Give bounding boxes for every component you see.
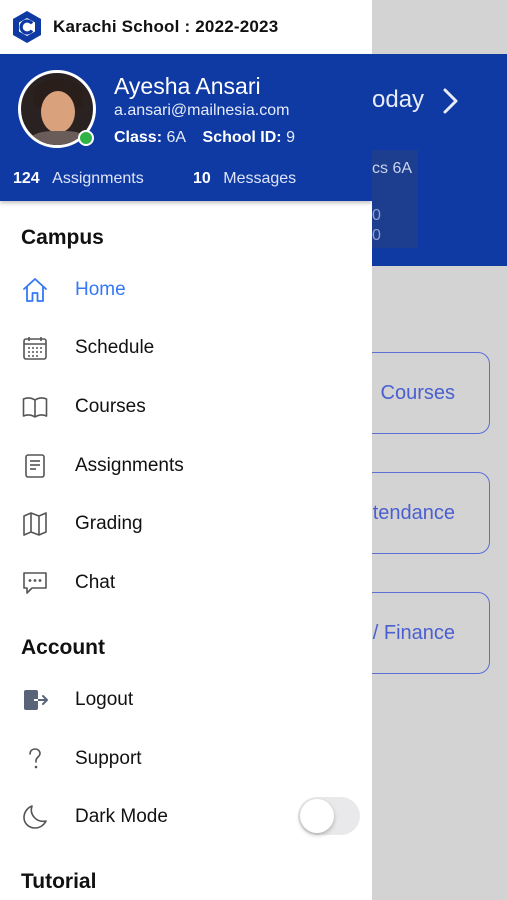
assignments-stat[interactable]: 124 Assignments <box>13 170 144 188</box>
menu-item-label: Home <box>75 279 126 300</box>
menu-item-schedule[interactable]: Schedule <box>0 323 372 373</box>
school-logo-icon <box>13 11 41 43</box>
menu-item-label: Logout <box>75 689 134 710</box>
menu-item-label: Courses <box>75 396 146 417</box>
school-id-value: 9 <box>286 129 295 146</box>
user-name: Ayesha Ansari <box>114 73 261 99</box>
menu-item-grading[interactable]: Grading <box>0 499 372 549</box>
user-email: a.ansari@mailnesia.com <box>114 102 290 119</box>
menu-item-chat[interactable]: Chat <box>0 558 372 608</box>
menu-item-label: Grading <box>75 513 143 534</box>
background-today-text: oday <box>372 86 425 113</box>
menu-item-assignments[interactable]: Assignments <box>0 441 372 491</box>
calendar-icon <box>23 337 47 360</box>
school-id-label: School ID: <box>202 129 282 146</box>
background-course-card: cs 6A 0 0 <box>372 150 418 248</box>
menu-item-courses[interactable]: Courses <box>0 382 372 432</box>
dark-mode-toggle[interactable] <box>298 797 360 835</box>
toggle-knob <box>300 799 334 833</box>
menu-item-label: Schedule <box>75 337 155 358</box>
chevron-right-icon[interactable] <box>440 86 462 116</box>
logout-icon <box>24 690 48 710</box>
school-name: Karachi School : 2022-2023 <box>53 17 279 36</box>
document-icon <box>25 454 45 478</box>
moon-icon <box>23 805 47 829</box>
menu-item-label: Support <box>75 748 142 769</box>
drawer-header: Karachi School : 2022-2023 <box>0 0 372 54</box>
menu-item-label: Dark Mode <box>75 806 168 827</box>
tutorial-section-title: Tutorial <box>21 870 97 893</box>
menu-item-home[interactable]: Home <box>0 265 372 315</box>
class-value: 6A <box>166 129 187 146</box>
menu-item-support[interactable]: Support <box>0 734 372 784</box>
question-icon <box>29 748 41 769</box>
account-section-title: Account <box>21 636 105 659</box>
book-icon <box>22 397 48 418</box>
background-card-line: 0 <box>372 227 381 244</box>
chat-icon <box>23 572 47 594</box>
menu-item-logout[interactable]: Logout <box>0 675 372 725</box>
home-icon <box>23 278 47 302</box>
background-card-line: 0 <box>372 207 381 224</box>
class-info: Class: 6A School ID: 9 <box>114 129 295 147</box>
map-icon <box>23 512 47 536</box>
campus-section-title: Campus <box>21 226 104 249</box>
messages-stat[interactable]: 10 Messages <box>193 170 296 188</box>
menu-item-label: Assignments <box>75 455 184 476</box>
assignments-count: 124 <box>13 170 40 187</box>
online-status-indicator <box>78 130 94 146</box>
menu-item-label: Chat <box>75 572 116 593</box>
assignments-label: Assignments <box>52 170 144 187</box>
messages-count: 10 <box>193 170 211 187</box>
background-card-text: cs 6A <box>372 160 413 177</box>
messages-label: Messages <box>223 170 297 187</box>
avatar[interactable] <box>18 70 96 148</box>
class-label: Class: <box>114 129 163 146</box>
